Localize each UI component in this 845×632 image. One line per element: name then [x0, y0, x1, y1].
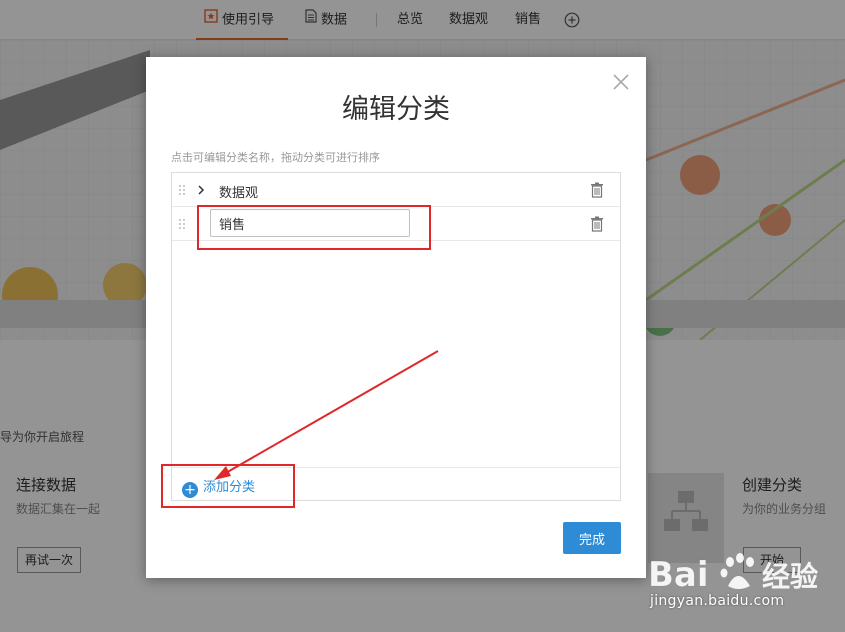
svg-text:Bai: Bai: [648, 555, 709, 595]
annotation-arrow: [214, 350, 439, 480]
svg-text:经验: 经验: [762, 560, 818, 593]
watermark-url: jingyan.baidu.com: [650, 593, 785, 609]
